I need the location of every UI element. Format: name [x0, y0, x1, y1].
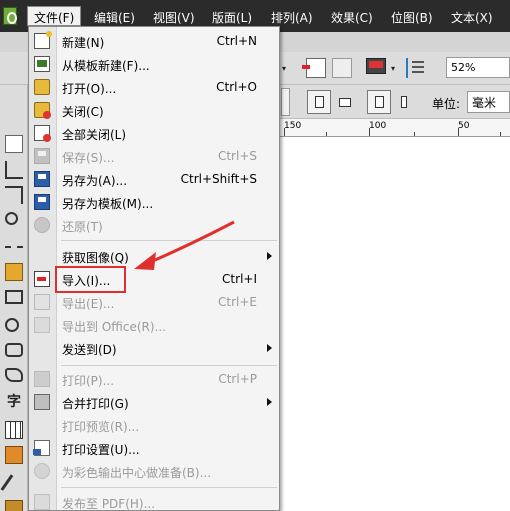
annotation-arrow-head [134, 252, 156, 270]
annotation-arrow-icon [134, 220, 235, 270]
annotation-arrow-shaft [145, 220, 235, 266]
